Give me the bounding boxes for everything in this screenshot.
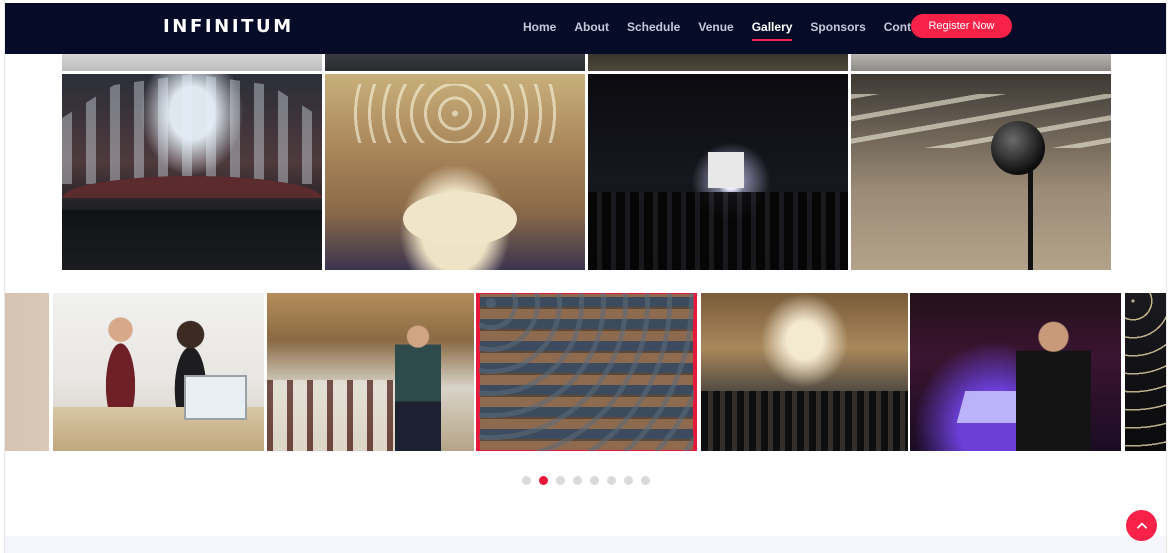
- left-edge-line: [4, 0, 5, 553]
- carousel-dot-4[interactable]: [573, 476, 582, 485]
- back-to-top-button[interactable]: [1126, 510, 1157, 541]
- register-now-button[interactable]: Register Now: [911, 14, 1012, 38]
- carousel-pagination: [522, 476, 650, 485]
- standing-speaker: [395, 321, 441, 451]
- gallery-carousel[interactable]: [5, 293, 1166, 451]
- concert-photo[interactable]: [588, 74, 848, 270]
- cafe-talk-photo[interactable]: [267, 293, 474, 451]
- stage-screen: [707, 152, 744, 188]
- person-red-shirt: [95, 311, 146, 410]
- nav-sponsors[interactable]: Sponsors: [801, 3, 874, 54]
- office-meeting-photo[interactable]: [53, 293, 264, 451]
- carousel-dot-2[interactable]: [539, 476, 548, 485]
- mic-stand: [1027, 162, 1033, 270]
- carousel-dot-1[interactable]: [522, 476, 531, 485]
- carousel-dot-8[interactable]: [641, 476, 650, 485]
- ballroom-photo[interactable]: [325, 74, 585, 270]
- nav-home[interactable]: Home: [514, 3, 565, 54]
- microphone: [991, 121, 1046, 176]
- page: INFINITUM Home About Schedule Venue Gall…: [0, 0, 1169, 553]
- concert-crowd: [588, 191, 848, 270]
- laptop: [183, 375, 247, 421]
- nav-venue[interactable]: Venue: [689, 3, 742, 54]
- arcade-hall-crowd-photo[interactable]: [701, 293, 908, 451]
- auditorium-audience-photo[interactable]: [476, 293, 697, 451]
- edge-slide-right[interactable]: [1125, 293, 1166, 451]
- navbar: INFINITUM Home About Schedule Venue Gall…: [5, 3, 1166, 54]
- main-nav: Home About Schedule Venue Gallery Sponso…: [514, 3, 937, 54]
- next-section-band: [5, 536, 1166, 553]
- nav-gallery[interactable]: Gallery: [743, 3, 802, 54]
- reflective-floor: [62, 210, 322, 270]
- site-logo[interactable]: INFINITUM: [163, 16, 294, 37]
- nav-about[interactable]: About: [565, 3, 618, 54]
- right-edge-line: [1166, 0, 1167, 553]
- carousel-dot-6[interactable]: [607, 476, 616, 485]
- chandelier-lights: [351, 83, 559, 143]
- cafe-tables: [267, 379, 396, 451]
- arch-windows: [62, 74, 322, 184]
- chevron-up-icon: [1136, 522, 1147, 529]
- nav-schedule[interactable]: Schedule: [618, 3, 689, 54]
- hall-roof-lights: [851, 93, 1111, 149]
- expo-hall-microphone-photo[interactable]: [851, 74, 1111, 270]
- audience-heads: [479, 293, 694, 451]
- round-table: [403, 191, 518, 247]
- memorial-hall-photo[interactable]: [62, 74, 322, 270]
- edge-slide-left[interactable]: [5, 293, 49, 451]
- carousel-dot-7[interactable]: [624, 476, 633, 485]
- carousel-dot-3[interactable]: [556, 476, 565, 485]
- coder: [1015, 315, 1092, 451]
- edge-slide-lights: [1125, 293, 1166, 451]
- gallery-row: [62, 74, 1111, 270]
- hall-crowd: [701, 390, 908, 451]
- carousel-dot-5[interactable]: [590, 476, 599, 485]
- hackathon-photo[interactable]: [910, 293, 1121, 451]
